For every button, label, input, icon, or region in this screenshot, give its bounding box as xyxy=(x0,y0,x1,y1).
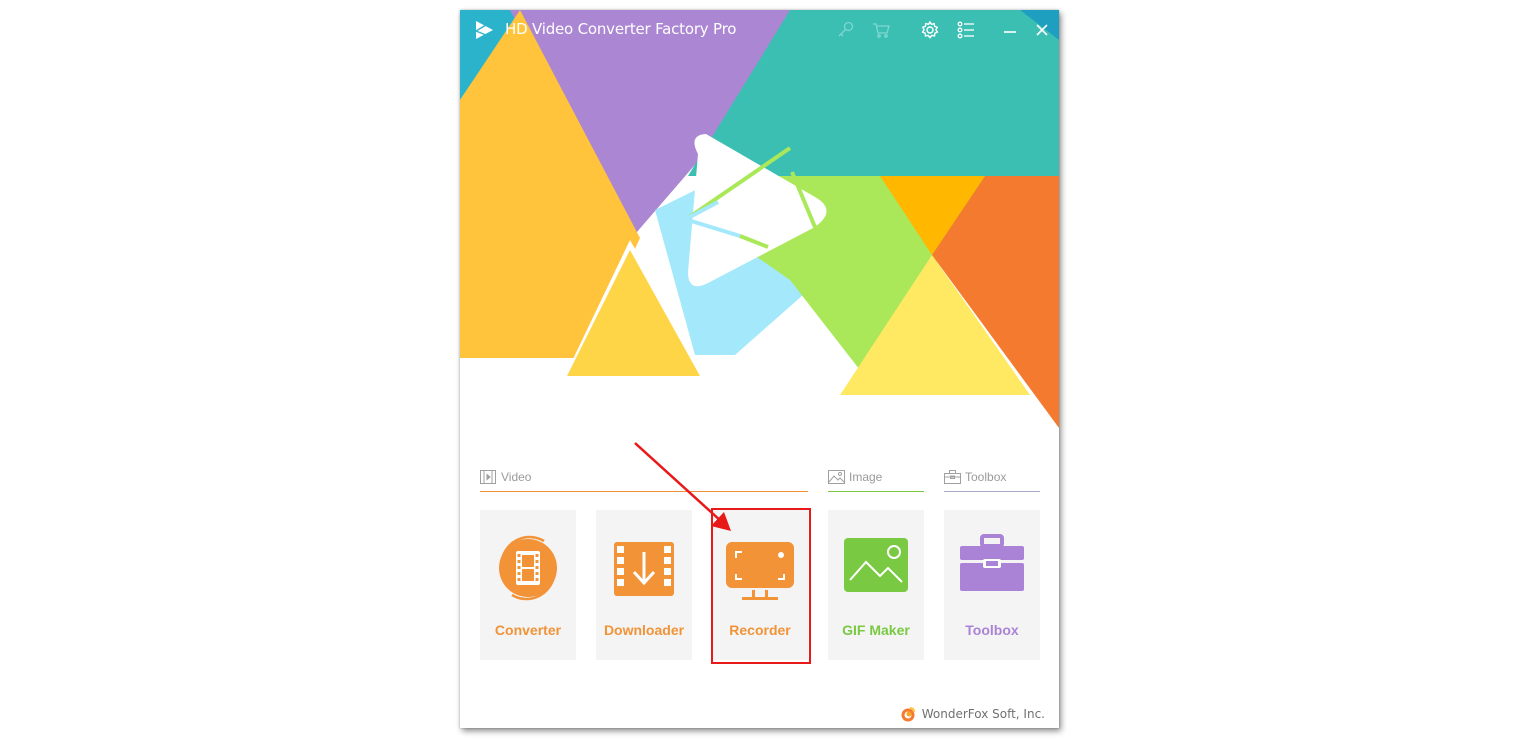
gear-icon xyxy=(921,20,939,39)
app-window: HD Video Converter Factory Pro Video Ima… xyxy=(460,10,1059,728)
minimize-icon xyxy=(1004,31,1016,33)
hero-geometric-art xyxy=(460,10,1059,440)
company-name: WonderFox Soft, Inc. xyxy=(921,707,1045,721)
downloader-label: Downloader xyxy=(603,622,685,638)
recorder-label: Recorder xyxy=(729,622,791,638)
toolbox-icon xyxy=(944,470,961,484)
cart-icon xyxy=(873,23,890,38)
footer: WonderFox Soft, Inc. xyxy=(900,706,1045,722)
section-toolbox-divider xyxy=(944,491,1040,492)
film-icon xyxy=(480,470,496,484)
gif-maker-tile[interactable]: GIF Maker xyxy=(828,510,924,660)
app-title: HD Video Converter Factory Pro xyxy=(505,20,737,38)
converter-label: Converter xyxy=(494,622,562,638)
key-icon xyxy=(838,21,854,37)
toolbox-label: Toolbox xyxy=(965,622,1019,638)
close-button[interactable] xyxy=(1030,18,1054,42)
section-image-label: Image xyxy=(849,470,883,484)
toolbox-tile-icon xyxy=(960,534,1024,591)
title-bar: HD Video Converter Factory Pro xyxy=(460,10,1059,50)
gif-maker-icon xyxy=(844,538,908,592)
downloader-icon xyxy=(614,542,674,596)
register-button[interactable] xyxy=(834,18,858,42)
section-toolbox: Toolbox xyxy=(944,468,1040,492)
app-logo-icon xyxy=(472,18,496,42)
converter-icon xyxy=(499,535,557,601)
list-icon xyxy=(957,21,974,39)
image-icon xyxy=(828,470,845,484)
toolbox-tile[interactable]: Toolbox xyxy=(944,510,1040,660)
close-icon xyxy=(1036,24,1048,36)
minimize-button[interactable] xyxy=(998,18,1022,42)
section-video-divider xyxy=(480,491,808,492)
downloader-tile[interactable]: Downloader xyxy=(596,510,692,660)
buy-button[interactable] xyxy=(869,18,893,42)
section-video: Video xyxy=(480,468,808,492)
gif-maker-label: GIF Maker xyxy=(842,622,910,638)
menu-button[interactable] xyxy=(954,18,978,42)
wonderfox-logo-icon xyxy=(901,707,915,722)
recorder-icon xyxy=(726,542,794,600)
hero-banner xyxy=(460,10,1059,440)
settings-button[interactable] xyxy=(918,18,942,42)
section-image: Image xyxy=(828,468,924,492)
section-video-label: Video xyxy=(501,470,532,484)
recorder-tile[interactable]: Recorder xyxy=(712,510,808,660)
section-image-divider xyxy=(828,491,924,492)
converter-tile[interactable]: Converter xyxy=(480,510,576,660)
section-toolbox-label: Toolbox xyxy=(965,470,1007,484)
